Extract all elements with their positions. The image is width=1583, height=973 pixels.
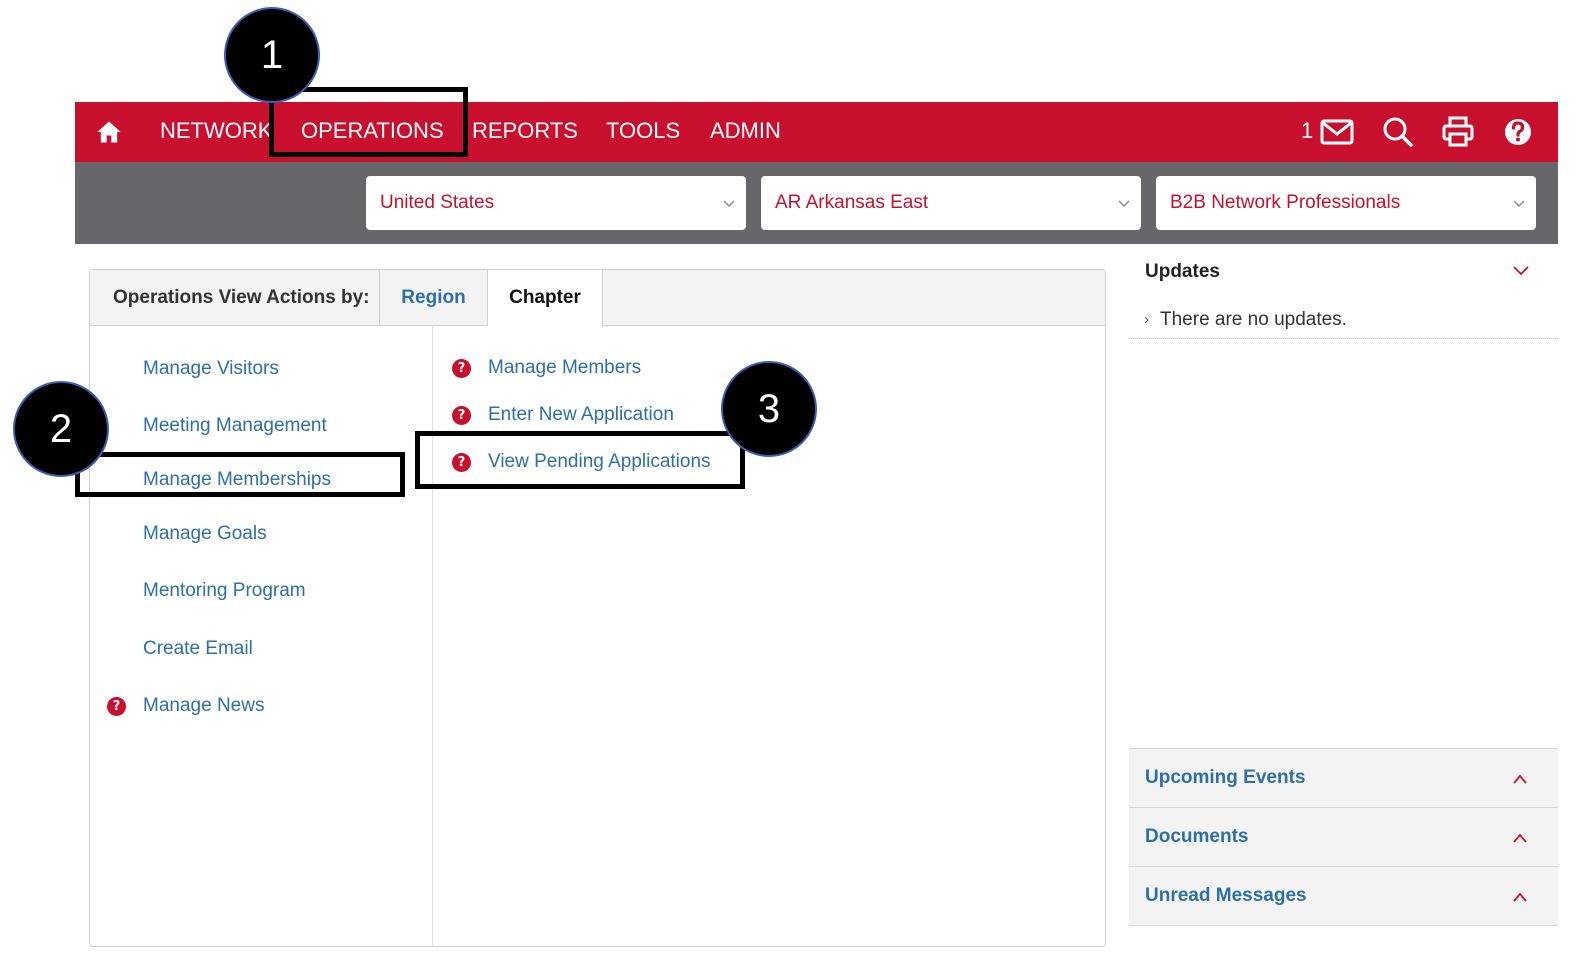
side-panel: Updates › There are no updates. Upcoming…	[1129, 244, 1558, 973]
manage-visitors-link[interactable]: Manage Visitors	[143, 357, 279, 381]
region-select[interactable]: AR Arkansas East	[761, 176, 1141, 230]
manage-members-link[interactable]: Manage Members	[488, 356, 641, 380]
filter-bar: United States AR Arkansas East B2B Netwo…	[75, 162, 1558, 244]
help-icon[interactable]	[1500, 114, 1536, 150]
country-select[interactable]: United States	[366, 176, 746, 230]
highlight-box-view-pending	[415, 431, 745, 489]
chevron-down-icon	[1118, 200, 1130, 207]
manage-news-link[interactable]: Manage News	[143, 694, 264, 718]
tab-chapter[interactable]: Chapter	[488, 270, 603, 327]
nav-tools[interactable]: TOOLS	[606, 117, 680, 145]
documents-label: Documents	[1145, 826, 1249, 847]
upcoming-events-section[interactable]: Upcoming Events	[1129, 748, 1558, 807]
country-select-value: United States	[380, 192, 495, 213]
mentoring-program-link[interactable]: Mentoring Program	[143, 579, 306, 603]
create-email-link[interactable]: Create Email	[143, 637, 253, 661]
updates-empty-text: There are no updates.	[1160, 309, 1347, 330]
step-marker-1: 1	[224, 7, 320, 103]
updates-title: Updates	[1145, 261, 1220, 282]
operations-caption: Operations View Actions by:	[90, 270, 380, 326]
nav-admin[interactable]: ADMIN	[710, 117, 781, 145]
chevron-up-icon	[1513, 892, 1527, 902]
operations-tab-bar: Operations View Actions by: Region Chapt…	[90, 270, 1105, 327]
help-icon[interactable]: ?	[107, 697, 126, 716]
step-marker-2: 2	[13, 381, 109, 477]
chevron-down-icon	[723, 200, 735, 207]
chapter-select-value: B2B Network Professionals	[1170, 192, 1401, 213]
search-icon[interactable]	[1380, 114, 1416, 150]
side-panel-footer	[1129, 925, 1558, 973]
mail-icon[interactable]	[1319, 114, 1355, 150]
nav-network[interactable]: NETWORK	[160, 117, 272, 145]
chevron-up-icon	[1513, 774, 1527, 784]
nav-reports[interactable]: REPORTS	[472, 117, 578, 145]
meeting-management-link[interactable]: Meeting Management	[143, 414, 327, 438]
highlight-box-manage-memberships	[75, 452, 405, 497]
chapter-select[interactable]: B2B Network Professionals	[1156, 176, 1536, 230]
help-icon[interactable]: ?	[452, 406, 471, 425]
upcoming-events-label: Upcoming Events	[1145, 767, 1306, 788]
column-divider	[432, 326, 433, 946]
tab-region[interactable]: Region	[380, 270, 488, 326]
chevron-up-icon	[1513, 833, 1527, 843]
unread-messages-section[interactable]: Unread Messages	[1129, 866, 1558, 925]
region-select-value: AR Arkansas East	[775, 192, 929, 213]
unread-messages-label: Unread Messages	[1145, 885, 1307, 906]
manage-goals-link[interactable]: Manage Goals	[143, 522, 267, 546]
chevron-down-icon[interactable]	[1512, 264, 1530, 278]
documents-section[interactable]: Documents	[1129, 807, 1558, 866]
chevron-down-icon	[1513, 200, 1525, 207]
enter-new-application-link[interactable]: Enter New Application	[488, 403, 674, 427]
chevron-right-icon: ›	[1144, 311, 1149, 328]
print-icon[interactable]	[1440, 114, 1476, 150]
operations-panel: Operations View Actions by: Region Chapt…	[89, 269, 1106, 947]
updates-divider	[1129, 338, 1558, 339]
mail-count[interactable]: 1	[1301, 117, 1313, 145]
help-icon[interactable]: ?	[452, 359, 471, 378]
highlight-box-operations	[269, 87, 468, 157]
step-marker-3: 3	[721, 361, 817, 457]
home-icon[interactable]	[95, 118, 123, 146]
